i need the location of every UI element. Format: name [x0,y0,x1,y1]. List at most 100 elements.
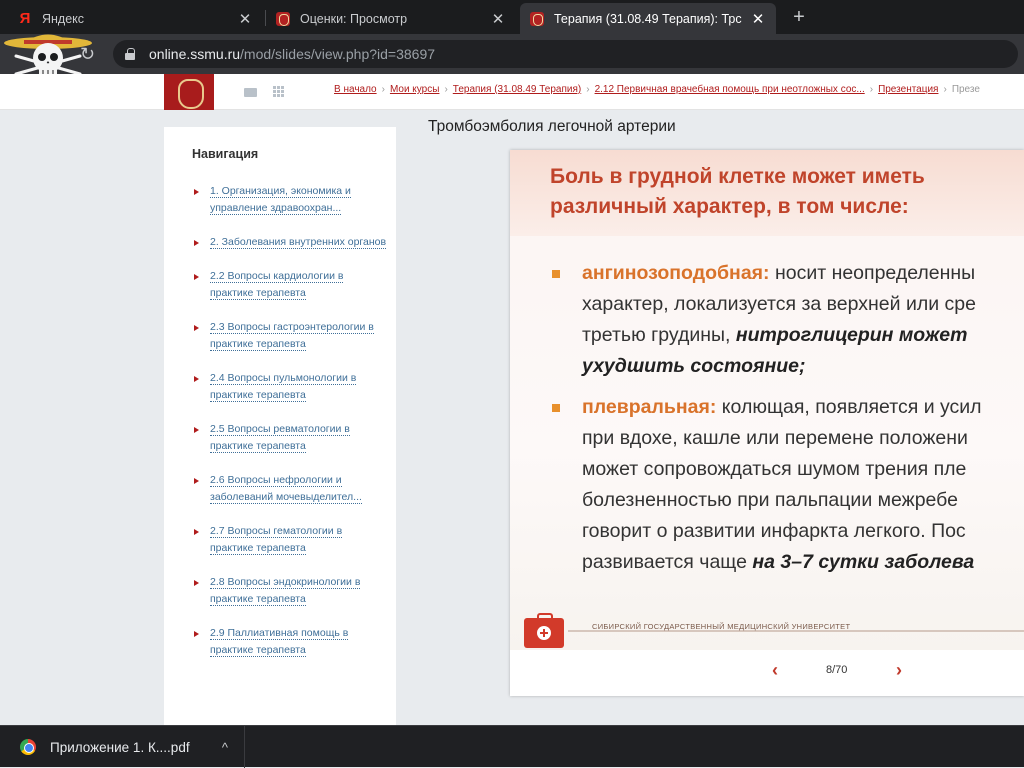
nav-link[interactable]: 2.3 Вопросы гастроэнтерологии в практике… [210,321,374,351]
browser-tab-strip: Я Яндекс ✕ Оценки: Просмотр ✕ Терапия (3… [0,0,1024,34]
nav-item: 2.4 Вопросы пульмонологии в практике тер… [192,370,388,404]
tab-title: Яндекс [42,11,85,26]
bullet-icon [194,240,199,246]
download-item[interactable]: Приложение 1. К....pdf ^ [0,726,245,768]
nav-link[interactable]: 2.4 Вопросы пульмонологии в практике тер… [210,372,357,402]
slide-line: плевральная: колющая, появляется и усил [582,392,1024,423]
slide-viewer: Боль в грудной клетке может иметь различ… [510,150,1024,696]
downloads-bar: Приложение 1. К....pdf ^ [0,725,1024,768]
bullet-icon [194,274,199,280]
slide-text: третью грудины, [582,324,736,346]
slide-line: болезненностью при пальпации межребе [582,489,958,511]
slide-heading-line: Боль в грудной клетке может иметь [550,165,925,188]
nav-link[interactable]: 1. Организация, экономика и управление з… [210,185,351,215]
navigation-list: 1. Организация, экономика и управление з… [192,183,388,676]
slide-line: при вдохе, кашле или перемене положени [582,427,968,449]
nav-item: 2.6 Вопросы нефрологии и заболеваний моч… [192,472,388,506]
close-tab-icon[interactable]: ✕ [237,10,253,28]
nav-item: 2.2 Вопросы кардиологии в практике терап… [192,268,388,302]
tab-title: Оценки: Просмотр [300,11,408,26]
breadcrumb-home[interactable]: В начало [334,84,377,95]
breadcrumb-separator: › [444,84,448,95]
square-bullet-icon [552,404,560,412]
nav-item: 2.8 Вопросы эндокринологии в практике те… [192,574,388,608]
nav-link[interactable]: 2.6 Вопросы нефрологии и заболеваний моч… [210,474,362,504]
breadcrumb-presentation[interactable]: Презентация [878,84,938,95]
nav-item: 2. Заболевания внутренних органов [192,234,388,251]
mail-icon[interactable] [244,88,257,97]
web-page: В начало › Мои курсы › Терапия (31.08.49… [0,74,1024,725]
university-logo[interactable] [164,74,214,110]
page-title: Тромбоэмболия легочной артерии [428,118,676,135]
slide-text: носит неопределенны [769,262,976,284]
lock-icon [125,48,135,60]
slide-body: ангинозоподобная: носит неопределенны ха… [510,258,1024,578]
square-bullet-icon [552,270,560,278]
bullet-icon [194,478,199,484]
breadcrumb-section[interactable]: 2.12 Первичная врачебная помощь при неот… [595,84,865,95]
chevron-up-icon[interactable]: ^ [222,740,228,755]
breadcrumb-my-courses[interactable]: Мои курсы [390,84,440,95]
url-text: online.ssmu.ru/mod/slides/view.php?id=38… [149,46,436,62]
breadcrumb-separator: › [586,84,590,95]
slide-heading-line: различный характер, в том числе: [550,195,909,218]
apps-grid-icon[interactable] [273,86,284,98]
site-header: В начало › Мои курсы › Терапия (31.08.49… [0,74,1024,110]
nav-item: 2.5 Вопросы ревматологии в практике тера… [192,421,388,455]
nav-link[interactable]: 2. Заболевания внутренних органов [210,236,387,249]
nav-link[interactable]: 2.9 Паллиативная помощь в практике терап… [210,627,349,657]
reload-icon[interactable]: ↻ [80,44,95,64]
nav-link[interactable]: 2.7 Вопросы гематологии в практике терап… [210,525,343,555]
breadcrumb-current: Презе [951,84,980,95]
slide-heading: Боль в грудной клетке может иметь различ… [550,162,1024,222]
bullet-icon [194,580,199,586]
yandex-icon: Я [19,9,31,27]
bullet-icon [194,631,199,637]
slide-text: развивается чаще [582,551,753,573]
slide-term: плевральная: [582,396,717,418]
slide-pager: ‹ 8/70 › [510,650,1024,696]
nav-item: 2.9 Паллиативная помощь в практике терап… [192,625,388,659]
nav-link[interactable]: 2.2 Вопросы кардиологии в практике терап… [210,270,344,300]
slide-bullet-pleural: плевральная: колющая, появляется и усил … [510,392,1024,578]
slide-footer: Сибирский государственный медицинский ун… [510,613,1024,650]
slide-line: третью грудины, нитроглицерин может [582,320,1024,351]
bullet-icon [194,529,199,535]
breadcrumb-course[interactable]: Терапия (31.08.49 Терапия) [453,84,581,95]
slide-term: ангинозоподобная: [582,262,770,284]
breadcrumb-separator: › [381,84,385,95]
slide-emphasis: на 3–7 сутки заболева [752,551,975,573]
bullet-icon [194,325,199,331]
close-tab-icon[interactable]: ✕ [490,10,506,28]
nav-item: 2.3 Вопросы гастроэнтерологии в практике… [192,319,388,353]
nav-item: 2.7 Вопросы гематологии в практике терап… [192,523,388,557]
nav-link[interactable]: 2.8 Вопросы эндокринологии в практике те… [210,576,361,606]
close-tab-icon[interactable]: ✕ [750,10,766,28]
medkit-icon [524,613,564,648]
ssmu-crest-icon [276,11,290,26]
bullet-icon [194,376,199,382]
slide-line: развивается чаще на 3–7 сутки заболева [582,547,1024,578]
tab-therapy-active[interactable]: Терапия (31.08.49 Терапия): Трс ✕ [520,3,776,34]
ssmu-crest-icon [530,11,544,26]
new-tab-button[interactable]: + [786,5,812,31]
breadcrumb-separator: › [869,84,874,95]
navigation-block: Навигация 1. Организация, экономика и уп… [164,127,396,725]
url-bar[interactable]: online.ssmu.ru/mod/slides/view.php?id=38… [113,40,1018,68]
prev-slide-button[interactable]: ‹ [772,660,778,680]
nav-link[interactable]: 2.5 Вопросы ревматологии в практике тера… [210,423,350,453]
nav-item: 1. Организация, экономика и управление з… [192,183,388,217]
tab-title: Терапия (31.08.49 Терапия): Трс [554,11,742,26]
slide-text: колющая, появляется и усил [716,396,982,418]
slide-line: ангинозоподобная: носит неопределенны [582,258,1024,289]
slide-image: Боль в грудной клетке может иметь различ… [510,150,1024,650]
next-slide-button[interactable]: › [896,660,902,680]
download-file-name: Приложение 1. К....pdf [50,739,190,755]
bullet-icon [194,189,199,195]
slide-line: характер, локализуется за верхней или ср… [582,293,976,315]
slide-counter: 8/70 [826,664,848,676]
slide-bullet-anginal: ангинозоподобная: носит неопределенны ха… [510,258,1024,382]
slide-footer-text: Сибирский государственный медицинский ун… [592,622,851,631]
slide-emphasis: нитроглицерин может [735,324,968,346]
tab-grades[interactable]: Оценки: Просмотр ✕ [266,3,516,34]
